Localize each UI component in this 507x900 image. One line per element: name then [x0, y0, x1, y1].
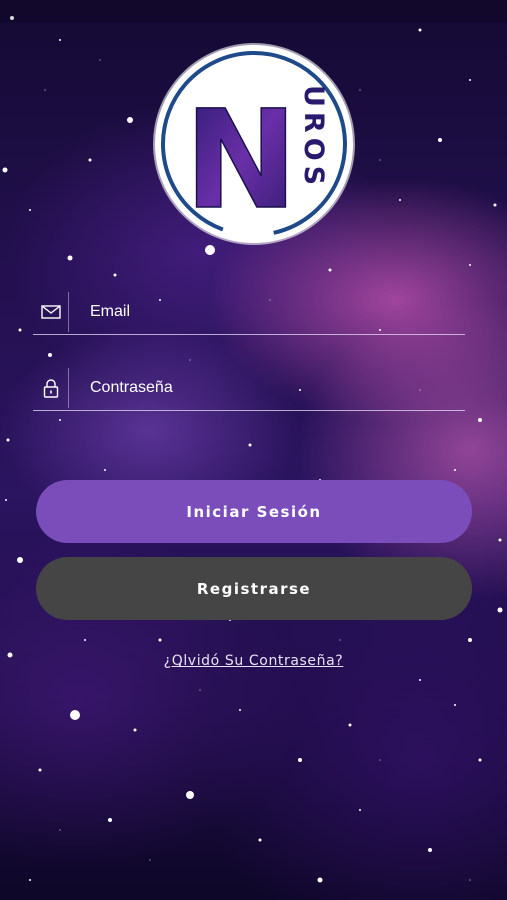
lock-icon	[43, 379, 58, 398]
login-screen: N UROS Iniciar Sesión Registrarse ¿Olvid…	[0, 0, 507, 900]
email-icon-box	[33, 292, 69, 332]
password-field[interactable]	[33, 368, 465, 411]
app-logo: N UROS	[155, 45, 353, 243]
mail-icon	[40, 305, 61, 319]
logo-letter: N	[184, 82, 298, 240]
email-field[interactable]	[33, 292, 465, 335]
register-button[interactable]: Registrarse	[36, 557, 472, 620]
login-button[interactable]: Iniciar Sesión	[36, 480, 472, 543]
password-input[interactable]	[90, 368, 460, 408]
forgot-password-link[interactable]: ¿Olvidó Su Contraseña?	[0, 653, 507, 669]
status-bar	[0, 0, 507, 22]
password-icon-box	[33, 368, 69, 408]
email-input[interactable]	[90, 292, 460, 332]
logo-word: UROS	[298, 85, 329, 190]
